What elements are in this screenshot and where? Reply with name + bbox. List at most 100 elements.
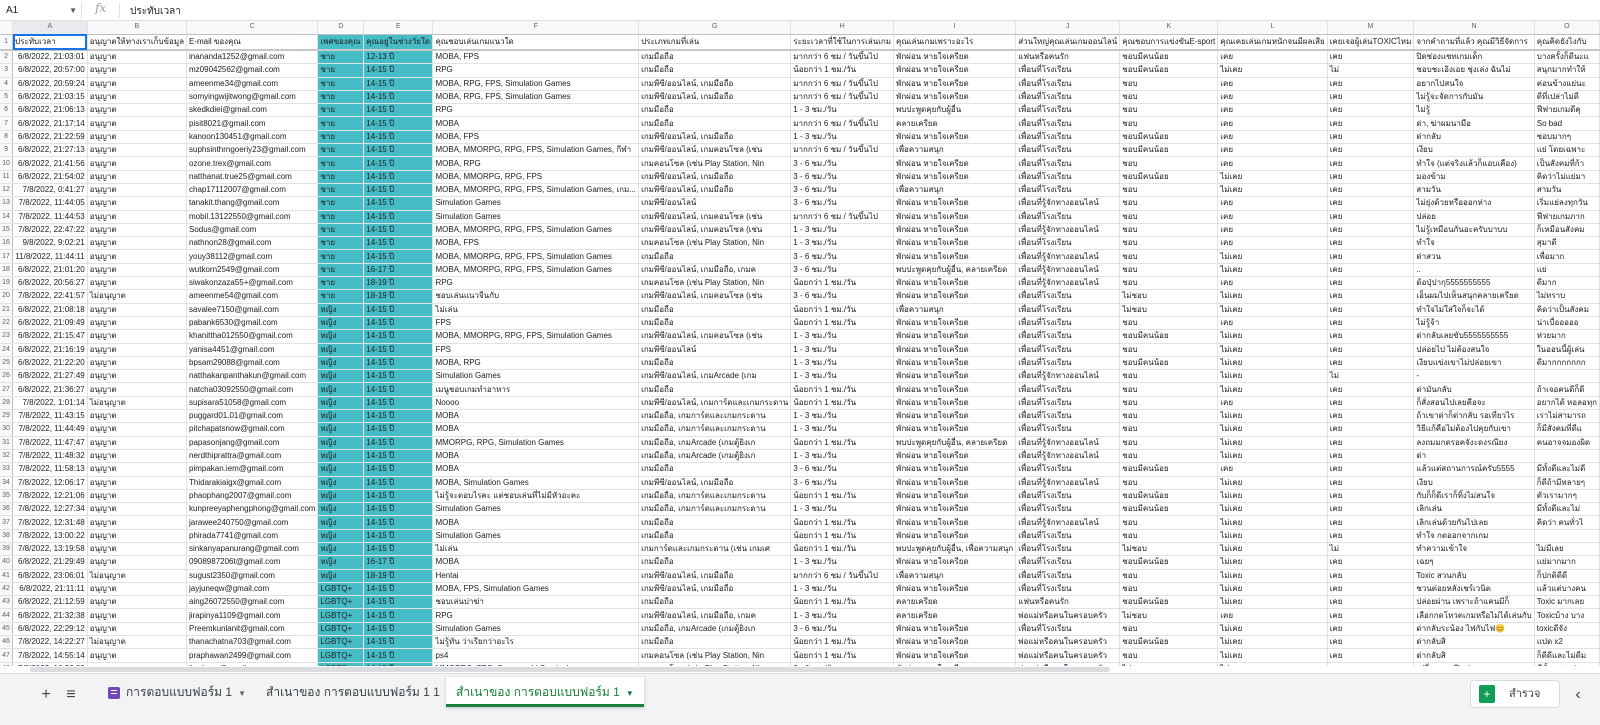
cell[interactable]: pisit8021@gmail.com: [186, 116, 319, 131]
cell[interactable]: natthanat.true25@gmail.com: [186, 170, 319, 184]
cell[interactable]: ไม่รู้จ้า: [1413, 316, 1535, 331]
cell[interactable]: ไม่เคย: [1217, 369, 1328, 384]
row-number[interactable]: 39: [0, 542, 14, 557]
cell[interactable]: เกมพีซี/ออนไลน์, เกมคอนโซล (เช่น: [638, 210, 792, 224]
cell[interactable]: MOBA: [432, 555, 640, 570]
cell[interactable]: พักผ่อน หายใจเครียด: [893, 170, 1017, 184]
cell[interactable]: ไม่รู้จะจัดการกับมัน: [1413, 90, 1535, 105]
cell[interactable]: ด่ากลับสิ: [1413, 635, 1535, 650]
cell[interactable]: เคย: [1327, 90, 1415, 105]
cell[interactable]: อยากได้ หอลอทุก: [1534, 396, 1600, 411]
cell[interactable]: พักผ่อน หายใจเครียด: [893, 343, 1017, 357]
cell[interactable]: 7/8/2022, 14:55:14: [12, 648, 88, 663]
cell[interactable]: ps4: [432, 648, 640, 663]
cell[interactable]: 14-15 ปี: [363, 449, 434, 464]
cell[interactable]: 14-15 ปี: [363, 156, 434, 171]
cell[interactable]: ทำใจ: [1413, 236, 1535, 251]
cell[interactable]: ไม่เคย: [1217, 356, 1328, 371]
cell[interactable]: เพื่อนที่โรงเรียน: [1015, 183, 1121, 198]
cell[interactable]: ในออนนี้ผู้เล่น: [1534, 343, 1600, 357]
column-header[interactable]: D: [317, 21, 365, 35]
column-title-cell[interactable]: ประทับเวลา: [12, 34, 88, 52]
column-title-cell[interactable]: เพศของคุณ: [317, 34, 365, 52]
cell[interactable]: ชอบมีคนน้อย: [1119, 50, 1219, 65]
row-number[interactable]: 43: [0, 595, 14, 610]
cell[interactable]: มากกว่า 6 ชม / วันขึ้นไป: [790, 569, 895, 583]
cell[interactable]: พักผ่อน หายใจเครียด: [893, 422, 1017, 437]
cell[interactable]: ปล่อยไป ไม่ต้องสนใจ: [1413, 343, 1535, 357]
cell[interactable]: jayjuneqw@gmail.com: [186, 582, 319, 597]
cell[interactable]: เพื่อนที่โรงเรียน: [1015, 396, 1121, 411]
cell[interactable]: ก็สั่งสอนไปเลยคือจะ: [1413, 396, 1535, 411]
cell[interactable]: 6/8/2022, 21:22:20: [12, 356, 88, 371]
cell[interactable]: 1 - 3 ชม./วัน: [790, 555, 895, 570]
cell[interactable]: 7/8/2022, 11:44:49: [12, 422, 88, 437]
cell[interactable]: เกมพีซี/ออนไลน์, เกมมือถือ: [638, 582, 792, 597]
cell[interactable]: แย่: [1534, 263, 1600, 278]
column-title-cell[interactable]: ระยะเวลาที่ใช้ในการเล่นเกม: [790, 34, 895, 52]
cell[interactable]: อนุญาต: [87, 595, 188, 610]
cell[interactable]: ด่ากลับระน้อง ไฟกับไฟ😊: [1413, 622, 1535, 637]
row-number[interactable]: 12: [0, 183, 14, 198]
cell[interactable]: ชอบ: [1119, 343, 1219, 357]
cell[interactable]: คนอาจจมองผิด: [1534, 436, 1600, 450]
row-number[interactable]: 23: [0, 329, 14, 344]
cell[interactable]: ชอบ: [1119, 436, 1219, 450]
cell[interactable]: 14-15 ปี: [363, 116, 434, 131]
horizontal-scrollbar[interactable]: [0, 666, 1600, 673]
cell[interactable]: เคย: [1217, 77, 1328, 91]
cell[interactable]: หญิง: [317, 502, 365, 517]
spreadsheet-grid[interactable]: ABCDEFGHIJKLMNO 1 ประทับเวลา อนุญาตให้ทางเ…: [0, 21, 1600, 666]
row-number[interactable]: 15: [0, 223, 14, 238]
cell[interactable]: เคย: [1327, 635, 1415, 650]
cell[interactable]: อนุญาต: [87, 462, 188, 477]
column-title-cell[interactable]: คุณเล่นเกมเพราะอะไร: [893, 34, 1017, 52]
cell[interactable]: [1534, 449, 1600, 464]
cell[interactable]: เคย: [1327, 569, 1415, 583]
cell[interactable]: เคย: [1327, 436, 1415, 450]
row-number[interactable]: 33: [0, 462, 14, 477]
cell[interactable]: ชาย: [317, 156, 365, 171]
cell[interactable]: หญิง: [317, 356, 365, 371]
cell[interactable]: เกมคอนโซล (เช่น Play Station, Nin: [638, 156, 792, 171]
cell[interactable]: เราไม่สามารถ: [1534, 409, 1600, 424]
cell[interactable]: คิดว่า คนทั่วไ: [1534, 515, 1600, 530]
cell[interactable]: เกมพีซี/ออนไลน์, เกมมือถือ: [638, 170, 792, 184]
cell[interactable]: เกมมือถือ, เกมการ์ดและเกมกระดาน: [638, 502, 792, 517]
cell[interactable]: ก็มีสังคมที่ดีแ: [1534, 422, 1600, 437]
cell[interactable]: 7/8/2022, 11:44:05: [12, 196, 88, 211]
cell[interactable]: พักผ่อน หายใจเครียด: [893, 648, 1017, 663]
cell[interactable]: 1 - 3 ชม./วัน: [790, 343, 895, 357]
cell[interactable]: aing26072550@gmail.com: [186, 595, 319, 610]
cell[interactable]: ไม่เคย: [1217, 555, 1328, 570]
cell[interactable]: ชอบ: [1119, 90, 1219, 105]
cell[interactable]: อนุญาต: [87, 303, 188, 317]
cell[interactable]: ไม่เคย: [1217, 263, 1328, 278]
column-header[interactable]: F: [432, 21, 640, 35]
cell[interactable]: เพื่อนที่โรงเรียน: [1015, 63, 1121, 78]
cell[interactable]: เคย: [1327, 289, 1415, 304]
cell[interactable]: อนุญาต: [87, 555, 188, 570]
cell[interactable]: เกมมือถือ: [638, 303, 792, 317]
cell[interactable]: 6/8/2022, 20:56:27: [12, 276, 88, 291]
cell[interactable]: 14-15 ปี: [363, 409, 434, 424]
cell[interactable]: kunpreeyaphengphong@gmail.com: [186, 502, 319, 517]
cell[interactable]: ameenme34@gmail.com: [186, 77, 319, 91]
cell[interactable]: ดีมากกกกกกก: [1534, 356, 1600, 371]
cell[interactable]: ชอบมีคนน้อย: [1119, 462, 1219, 477]
cell[interactable]: MOBA, RPG, FPS, Simulation Games: [432, 90, 640, 105]
cell[interactable]: เพื่อนที่โรงเรียน: [1015, 143, 1121, 158]
row-number[interactable]: 21: [0, 303, 14, 317]
formula-input[interactable]: ประทับเวลา: [130, 4, 181, 19]
cell[interactable]: เคย: [1217, 90, 1328, 105]
cell[interactable]: ด่า: [1413, 449, 1535, 464]
cell[interactable]: ชอบ: [1119, 103, 1219, 118]
cell[interactable]: เกมพีซี/ออนไลน์, เกมคอนโซล (เช่น: [638, 143, 792, 158]
cell[interactable]: ฟีฟายเกมดีคุ: [1534, 103, 1600, 118]
cell[interactable]: เคย: [1327, 329, 1415, 344]
cell[interactable]: เคย: [1327, 156, 1415, 171]
cell[interactable]: อนุญาต: [87, 502, 188, 517]
cell[interactable]: เกมพีซี/ออนไลน์, เกมการ์ดและเกมกระดาน: [638, 396, 792, 411]
cell[interactable]: 14-15 ปี: [363, 183, 434, 198]
cell[interactable]: 14-15 ปี: [363, 210, 434, 224]
